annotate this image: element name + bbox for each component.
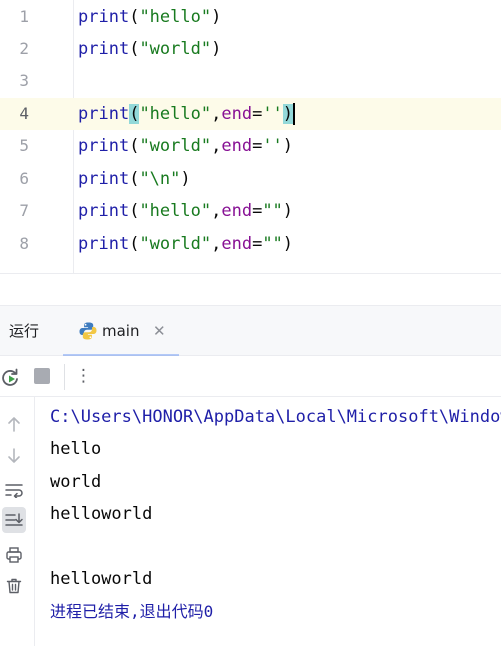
console-output-line: helloworld [50, 504, 153, 524]
run-panel-title: 运行 [9, 322, 40, 340]
stop-icon[interactable] [34, 368, 50, 384]
matched-bracket: ) [282, 104, 294, 124]
console-output[interactable]: C:\Users\HONOR\AppData\Local\Microsoft\W… [36, 397, 501, 646]
code-line[interactable]: 5 print("world",end='') [0, 130, 501, 162]
code-editor[interactable]: 1 print("hello") 2 print("world") 3 4 pr… [0, 0, 501, 274]
rerun-icon[interactable] [0, 366, 22, 388]
console-exit-message: 进程已结束,退出代码0 [50, 602, 214, 621]
line-number: 2 [19, 39, 29, 58]
code-text[interactable]: print("hello",end="") [78, 195, 293, 227]
console-output-line: hello [50, 439, 102, 459]
arrow-up-icon[interactable] [2, 411, 26, 437]
matched-bracket: ( [129, 104, 140, 124]
line-number: 6 [19, 169, 29, 188]
code-text[interactable]: print("\n") [78, 163, 191, 195]
code-line[interactable]: 8 print("world",end="") [0, 228, 501, 260]
toolbar-separator [64, 364, 65, 390]
line-number: 3 [19, 71, 29, 90]
text-caret [293, 103, 296, 125]
code-line[interactable]: 6 print("\n") [0, 163, 501, 195]
scroll-to-end-icon[interactable] [2, 507, 26, 533]
code-text[interactable]: print("hello") [78, 1, 221, 33]
code-line[interactable]: 1 print("hello") [0, 1, 501, 33]
code-line[interactable]: 2 print("world") [0, 33, 501, 65]
trash-icon[interactable] [2, 573, 26, 599]
soft-wrap-icon[interactable] [2, 477, 26, 503]
line-number: 5 [19, 136, 29, 155]
code-text[interactable]: print("world",end='') [78, 130, 293, 162]
line-number: 4 [19, 104, 29, 123]
run-toolbar: ⋮ [0, 356, 501, 397]
code-text[interactable]: print("world",end="") [78, 228, 293, 260]
code-line-current[interactable]: 4 print("hello",end='') [0, 98, 501, 130]
code-text[interactable]: print("world") [78, 33, 221, 65]
run-tool-window-header: 运行 main ✕ [0, 305, 501, 357]
close-icon[interactable]: ✕ [153, 306, 166, 356]
more-vertical-icon[interactable]: ⋮ [75, 356, 92, 396]
editor-divider [0, 273, 501, 274]
tab-main-label: main [102, 322, 140, 340]
code-line[interactable]: 7 print("hello",end="") [0, 195, 501, 227]
console-command-line: C:\Users\HONOR\AppData\Local\Microsoft\W… [50, 407, 501, 427]
line-number: 1 [19, 7, 29, 26]
print-icon[interactable] [2, 542, 26, 568]
arrow-down-icon[interactable] [2, 443, 26, 469]
console-side-toolbar [0, 397, 35, 646]
code-text[interactable]: print("hello",end='') [78, 98, 296, 130]
line-number: 8 [19, 234, 29, 253]
console-output-line: world [50, 472, 102, 492]
console-output-line: helloworld [50, 569, 153, 589]
python-icon [79, 322, 97, 340]
code-line[interactable]: 3 [0, 65, 501, 97]
tab-main[interactable]: main ✕ [63, 306, 179, 357]
line-number: 7 [19, 201, 29, 220]
